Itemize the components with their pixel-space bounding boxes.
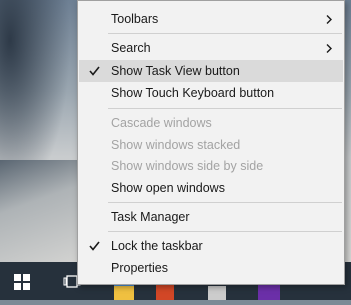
check-icon	[89, 235, 103, 257]
menu-item-lock-the-taskbar[interactable]: Lock the taskbar	[79, 235, 343, 257]
menu-item-show-task-view-button[interactable]: Show Task View button	[79, 60, 343, 82]
menu-item-label: Show windows side by side	[111, 159, 264, 173]
menu-item-label: Show open windows	[111, 181, 225, 195]
menu-item-toolbars[interactable]: Toolbars	[79, 8, 343, 30]
start-button[interactable]	[8, 270, 36, 294]
menu-item-cascade-windows: Cascade windows	[79, 112, 343, 134]
chevron-right-icon	[326, 8, 334, 30]
menu-item-label: Lock the taskbar	[111, 239, 203, 253]
menu-item-properties[interactable]: Properties	[79, 257, 343, 279]
menu-item-label: Search	[111, 41, 151, 55]
windows-logo-icon	[14, 274, 30, 290]
menu-separator	[108, 108, 342, 109]
menu-item-show-open-windows[interactable]: Show open windows	[79, 177, 343, 199]
menu-item-label: Show Touch Keyboard button	[111, 86, 275, 100]
taskbar-context-menu: Toolbars Search Show Task View button Sh…	[77, 0, 345, 285]
menu-separator	[108, 231, 342, 232]
menu-item-search[interactable]: Search	[79, 37, 343, 59]
menu-item-task-manager[interactable]: Task Manager	[79, 206, 343, 228]
menu-item-label: Show windows stacked	[111, 138, 241, 152]
chevron-right-icon	[326, 37, 334, 59]
menu-item-label: Toolbars	[111, 12, 159, 26]
menu-item-label: Show Task View button	[111, 64, 240, 78]
menu-item-label: Cascade windows	[111, 116, 212, 130]
menu-separator	[108, 33, 342, 34]
check-icon	[89, 60, 103, 82]
menu-item-show-windows-stacked: Show windows stacked	[79, 134, 343, 156]
menu-item-label: Properties	[111, 261, 168, 275]
menu-item-show-windows-side-by-side: Show windows side by side	[79, 155, 343, 177]
menu-item-label: Task Manager	[111, 210, 190, 224]
menu-separator	[108, 202, 342, 203]
menu-item-show-touch-keyboard-button[interactable]: Show Touch Keyboard button	[79, 82, 343, 104]
